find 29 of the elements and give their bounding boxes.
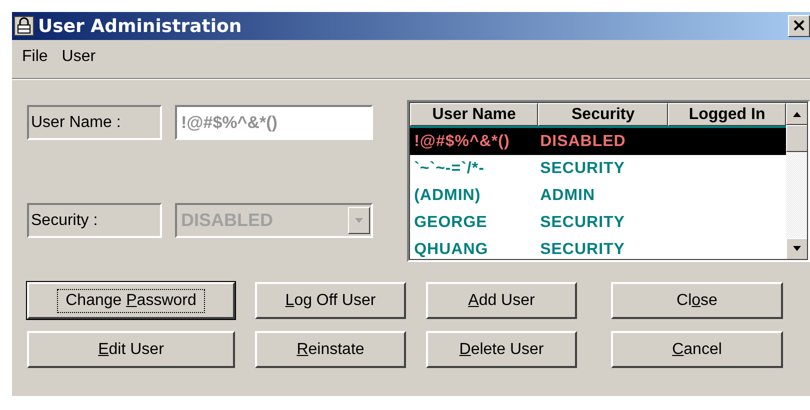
scroll-down-button[interactable] [786, 238, 808, 260]
close-button[interactable]: × [788, 15, 810, 37]
list-row[interactable]: (ADMIN) ADMIN [410, 182, 786, 209]
column-header[interactable]: User Name [410, 103, 538, 126]
field-label: User Name : [27, 105, 162, 140]
list-row[interactable]: QHUANG SECURITY [410, 236, 786, 260]
dialog-button[interactable]: Change Password [27, 282, 235, 319]
list-row[interactable]: GEORGE SECURITY [410, 209, 786, 236]
dialog-button[interactable]: Reinstate [255, 331, 406, 368]
dialog-button[interactable]: Add User [426, 282, 577, 319]
scroll-thumb[interactable] [786, 125, 808, 152]
dialog-button[interactable]: Close [611, 282, 783, 319]
dialog-button[interactable]: Delete User [426, 331, 577, 368]
column-header[interactable]: Security [538, 103, 668, 126]
list-row[interactable]: !@#$%^&*() DISABLED [410, 128, 786, 155]
field-label: Security : [27, 203, 162, 238]
down-arrow-icon [792, 246, 802, 252]
dialog-button[interactable]: Cancel [611, 331, 783, 368]
dropdown-arrow-icon [354, 218, 364, 224]
column-header[interactable]: Logged In [668, 103, 786, 126]
menu-item[interactable]: File [22, 48, 48, 72]
dialog-button[interactable]: Log Off User [255, 282, 406, 319]
scroll-up-button[interactable] [786, 103, 808, 125]
dialog-button[interactable]: Edit User [27, 331, 235, 368]
list-row[interactable]: `~`~-=`/*- SECURITY [410, 155, 786, 182]
padlock-icon [14, 16, 34, 36]
window-title: User Administration [38, 16, 243, 36]
menu-item[interactable]: User [62, 48, 96, 72]
up-arrow-icon [792, 111, 802, 117]
